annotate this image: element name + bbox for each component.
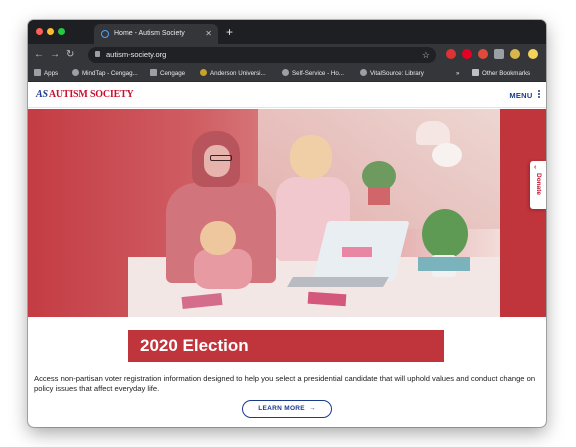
extension-bee-icon[interactable] <box>510 49 520 59</box>
globe-icon <box>282 69 289 76</box>
minimize-window-button[interactable] <box>47 28 54 35</box>
notebook <box>307 291 347 307</box>
url-text: autism-society.org <box>106 50 167 59</box>
logo-mark: AS <box>36 89 48 100</box>
toddler <box>194 249 252 289</box>
back-arrow-icon[interactable]: ← <box>34 47 44 63</box>
logo-text: AUTISM SOCIETY <box>48 89 134 100</box>
profile-avatar-icon[interactable] <box>528 49 538 59</box>
cengage-icon <box>150 69 157 76</box>
lock-icon <box>95 51 100 57</box>
reload-icon[interactable]: ↻ <box>66 47 74 63</box>
autism-society-logo[interactable]: ASAUTISM SOCIETY <box>36 89 134 100</box>
arrow-right-icon: → <box>308 405 316 412</box>
bookmark-star-icon[interactable]: ☆ <box>422 47 430 63</box>
bookmark-apps[interactable]: Apps <box>34 66 58 82</box>
globe-icon <box>360 69 367 76</box>
donate-tab[interactable]: ‹ Donate <box>530 161 546 209</box>
hero-image: ‹ Donate <box>28 109 546 317</box>
glasses <box>210 155 232 161</box>
site-header: ASAUTISM SOCIETY MENU <box>28 82 546 108</box>
bookmark-vitalsource[interactable]: VitalSource: Library <box>360 66 424 82</box>
pinterest-icon[interactable] <box>462 49 472 59</box>
kebab-menu-icon <box>538 89 540 99</box>
maximize-window-button[interactable] <box>58 28 65 35</box>
extension-tp-icon[interactable] <box>478 49 488 59</box>
orchid-flowers <box>432 143 462 167</box>
learn-more-button[interactable]: LEARN MORE → <box>242 400 332 418</box>
browser-window: Home - Autism Society ✕ + ← → ↻ autism-s… <box>28 20 546 427</box>
forward-arrow-icon[interactable]: → <box>50 47 60 63</box>
books <box>418 257 470 271</box>
bookmarks-bar: Apps MindTap - Cengag... Cengage Anderso… <box>28 66 546 82</box>
page-title: 2020 Election <box>128 330 444 362</box>
donate-label: Donate <box>535 173 542 196</box>
bookmark-anderson[interactable]: Anderson Universi... <box>200 66 266 82</box>
extensions-puzzle-icon[interactable] <box>494 49 504 59</box>
tab-strip: Home - Autism Society ✕ + <box>28 20 546 44</box>
apps-grid-icon <box>34 69 41 76</box>
bookmark-self-service[interactable]: Self-Service - Ho... <box>282 66 344 82</box>
close-window-button[interactable] <box>36 28 43 35</box>
extension-red-icon[interactable] <box>446 49 456 59</box>
family-photo <box>28 109 500 317</box>
chevron-left-icon: ‹ <box>534 164 537 171</box>
autism-society-favicon-icon <box>101 30 109 38</box>
anderson-icon <box>200 69 207 76</box>
lamp <box>416 121 450 145</box>
page-viewport: ASAUTISM SOCIETY MENU ‹ Donate 2020 Elec… <box>28 82 546 427</box>
tab-title: Home - Autism Society <box>114 30 185 37</box>
election-description: Access non-partisan voter registration i… <box>34 374 536 393</box>
bookmark-mindtap[interactable]: MindTap - Cengag... <box>72 66 138 82</box>
learn-more-label: LEARN MORE <box>258 405 305 412</box>
folder-icon <box>472 69 479 76</box>
menu-label: MENU <box>509 91 533 100</box>
menu-button[interactable]: MENU <box>509 89 540 100</box>
globe-icon <box>72 69 79 76</box>
tab-home-autism-society[interactable]: Home - Autism Society ✕ <box>94 24 218 44</box>
other-bookmarks-folder[interactable]: Other Bookmarks <box>472 66 530 82</box>
browser-toolbar: ← → ↻ autism-society.org ☆ <box>28 44 546 66</box>
bookmarks-overflow-button[interactable]: » <box>456 66 459 82</box>
bookmark-cengage[interactable]: Cengage <box>150 66 185 82</box>
address-bar[interactable]: autism-society.org ☆ <box>88 47 436 63</box>
plant <box>422 209 468 259</box>
tab-close-icon[interactable]: ✕ <box>205 24 212 44</box>
new-tab-button[interactable]: + <box>226 23 233 41</box>
